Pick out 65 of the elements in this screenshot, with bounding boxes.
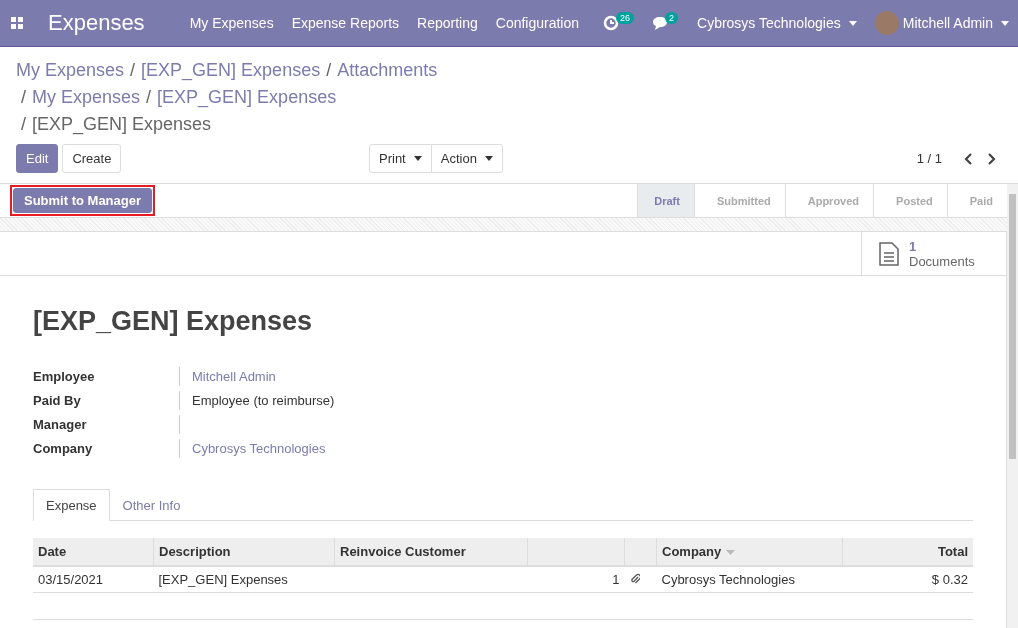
field-value[interactable]: Mitchell Admin [192,369,276,384]
submit-button[interactable]: Submit to Manager [13,188,152,213]
app-title: Expenses [48,10,145,36]
scrollbar[interactable] [1007,184,1018,628]
edit-button[interactable]: Edit [16,144,59,173]
menu-item[interactable]: Expense Reports [282,15,409,31]
notebook-tab[interactable]: Expense [33,489,110,521]
pager-counter: 1 / 1 [916,151,942,166]
breadcrumb-item[interactable]: My Expenses [32,84,141,111]
breadcrumb-separator: / [146,86,152,109]
breadcrumb-item[interactable]: Attachments [337,57,438,84]
chat-icon [652,16,668,30]
table-cell: [EXP_GEN] Expenses [153,566,335,593]
breadcrumb-separator: / [21,113,26,136]
breadcrumb-item[interactable]: My Expenses [16,57,125,84]
caret-icon [484,156,493,161]
avatar-icon [874,11,899,35]
table-cell: 1 [527,566,625,593]
column-header[interactable]: Company [656,538,843,566]
breadcrumb-separator: / [326,59,332,82]
grid-icon [11,17,23,29]
column-header[interactable]: Date [33,538,154,566]
field-value[interactable]: Cybrosys Technologies [192,441,326,456]
notebook-tab[interactable]: Other Info [109,489,194,521]
caret-icon [413,156,422,161]
menu-item[interactable]: My Expenses [180,15,283,31]
table-cell: Cybrosys Technologies [656,566,843,593]
field-label: Company [33,439,180,458]
dropdown-button[interactable]: Print [369,144,432,173]
field-label: Manager [33,415,180,434]
table-cell: $ 0.32 [842,566,973,593]
field-value: Employee (to reimburse) [192,393,335,408]
column-header[interactable]: Reinvoice Customer [334,538,528,566]
status-stage[interactable]: Draft [637,184,694,217]
field-label: Paid By [33,391,180,410]
field-label: Employee [33,367,180,386]
count-badge: 2 [665,12,678,24]
document-count: 1 [909,238,918,254]
column-header[interactable]: Total [842,538,973,566]
count-badge: 26 [616,12,634,24]
chevron-right-icon [988,152,996,165]
paperclip-icon [629,573,640,584]
caret-icon [848,20,857,26]
user-menu[interactable]: Mitchell Admin [865,0,1018,46]
breadcrumb-item: [EXP_GEN] Expenses [32,113,212,137]
caret-icon [1001,20,1009,26]
create-button[interactable]: Create [62,144,122,173]
company-switcher[interactable]: Cybrosys Technologies [688,0,866,46]
dropdown-button[interactable]: Action [431,144,503,173]
breadcrumb-item[interactable]: [EXP_GEN] Expenses [141,57,321,84]
table-cell: 03/15/2021 [33,566,154,593]
breadcrumb-separator: / [130,59,136,82]
document-icon [879,241,899,266]
breadcrumb-separator: / [21,86,26,109]
clock-icon [603,15,619,31]
chevron-left-icon [964,152,972,165]
menu-item[interactable]: Reporting [408,15,487,31]
record-title: [EXP_GEN] Expenses [33,306,314,337]
column-header[interactable]: Description [153,538,335,566]
scrollbar-thumb[interactable] [1009,194,1016,459]
documents-label: Documents [909,253,975,269]
activity-button[interactable]: 26 [595,15,642,31]
breadcrumb-item[interactable]: [EXP_GEN] Expenses [157,84,337,111]
menu-item[interactable]: Configuration [486,15,589,31]
sort-caret-icon [726,550,736,556]
